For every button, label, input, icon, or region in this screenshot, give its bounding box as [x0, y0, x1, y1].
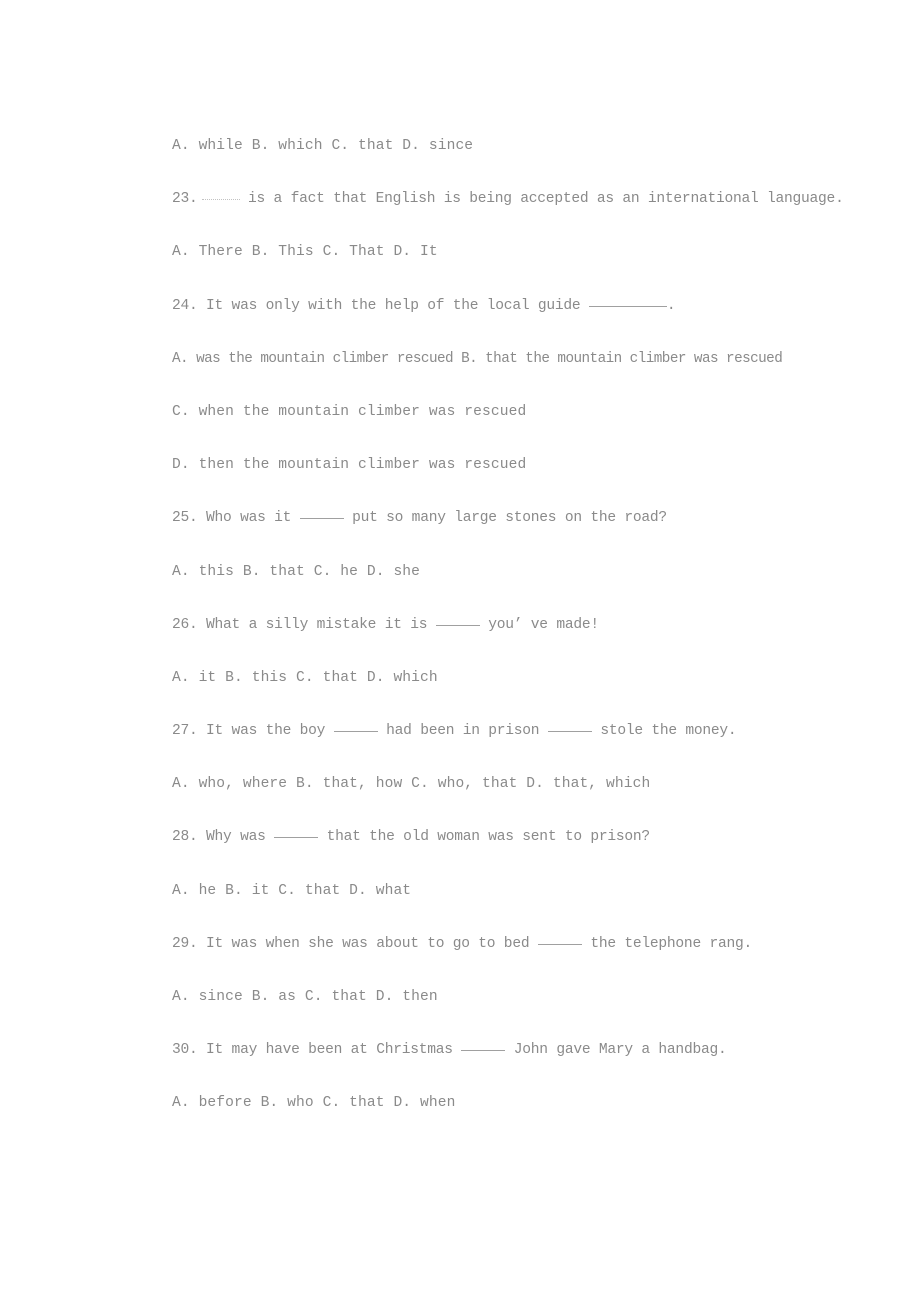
question-number: 29. [172, 935, 198, 952]
question-text: It was only with the help of the local g… [197, 297, 589, 314]
question-line-30: 30. It may have been at Christmas John g… [172, 1024, 792, 1077]
options-line: A. while B. which C. that D. since [172, 138, 474, 154]
question-text: It was the boy [197, 723, 334, 740]
options-line: C. when the mountain climber was rescued [172, 403, 527, 420]
question-number: 25. [172, 510, 198, 527]
question-line-27: 27. It was the boy had been in prison st… [172, 705, 792, 758]
question-line-29: 29. It was when she was about to go to b… [172, 918, 792, 971]
question-line-28: 28. Why was that the old woman was sent … [172, 811, 792, 864]
answer-blank[interactable] [274, 837, 319, 839]
document-body: A. while B. which C. that D. since 23. i… [172, 120, 844, 1131]
options-line: A. was the mountain climber rescued B. t… [172, 350, 783, 367]
answer-blank[interactable] [201, 199, 240, 201]
options-line: A. since B. as C. that D. then [172, 989, 438, 1005]
question-number: 28. [172, 829, 198, 846]
answer-blank[interactable] [461, 1050, 506, 1052]
question-text: Who was it [197, 510, 300, 527]
question-text-end: the telephone rang. [581, 935, 752, 952]
question-number: 26. [172, 616, 198, 633]
document-page: A. while B. which C. that D. since 23. i… [0, 0, 920, 1302]
question-text-end: you’ ve made! [479, 616, 599, 633]
question-line-26: 26. What a silly mistake it is you’ ve m… [172, 599, 792, 652]
question-text: It was when she was about to go to bed [197, 935, 538, 952]
options-line: A. There B. This C. That D. It [172, 244, 438, 261]
question-text-end: put so many large stones on the road? [343, 510, 667, 527]
question-text-end: . [666, 297, 676, 314]
options-line: D. then the mountain climber was rescued [172, 457, 527, 474]
options-line: A. who, where B. that, how C. who, that … [172, 776, 651, 793]
question-text: Why was [197, 829, 275, 846]
question-text-end: that the old woman was sent to prison? [318, 829, 651, 846]
question-text: It may have been at Christmas [197, 1042, 462, 1059]
answer-blank-second[interactable] [547, 731, 592, 733]
answer-blank[interactable] [435, 624, 480, 626]
question-number: 30. [172, 1042, 198, 1059]
options-line: A. this B. that C. he D. she [172, 563, 421, 580]
question-line-25: 25. Who was it put so many large stones … [172, 492, 792, 545]
question-number: 24. [172, 297, 198, 314]
question-line-24: 24. It was only with the help of the loc… [172, 280, 792, 333]
options-line: A. he B. it C. that D. what [172, 882, 412, 899]
question-text-middle: had been in prison [377, 723, 548, 740]
options-line: A. it B. this C. that D. which [172, 669, 438, 686]
answer-blank[interactable] [588, 305, 667, 307]
question-text: What a silly mistake it is [197, 616, 436, 633]
question-text-end: John gave Mary a handbag. [505, 1042, 727, 1059]
answer-blank-first[interactable] [333, 731, 378, 733]
answer-blank[interactable] [299, 518, 344, 520]
options-line: A. before B. who C. that D. when [172, 1095, 456, 1112]
question-line-23: 23. is a fact that English is being acce… [172, 173, 844, 226]
answer-blank[interactable] [537, 943, 582, 945]
question-number: 27. [172, 723, 198, 740]
question-number: 23. [172, 191, 198, 208]
question-text: is a fact that English is being accepted… [239, 191, 844, 208]
question-text-end: stole the money. [591, 723, 737, 740]
